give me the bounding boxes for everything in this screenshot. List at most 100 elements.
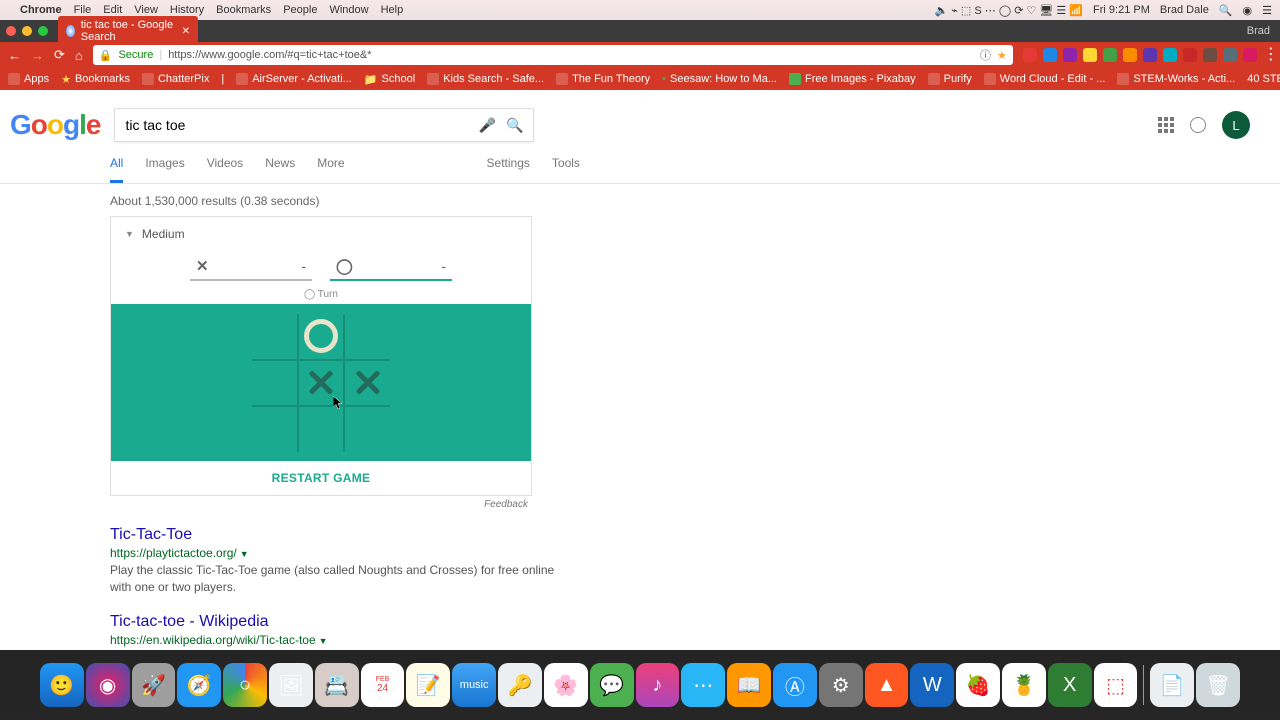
minimize-window-icon[interactable]	[22, 26, 32, 36]
downloads-app[interactable]: 📄	[1150, 663, 1194, 707]
bookmark-item[interactable]: STEM-Works - Acti...	[1117, 73, 1235, 85]
feedback-link[interactable]: Feedback	[110, 496, 532, 510]
tab-close-icon[interactable]: ✕	[182, 26, 190, 37]
bookmark-item[interactable]: 40 STEM Activities...	[1247, 73, 1280, 85]
menu-file[interactable]: File	[74, 4, 92, 16]
cell-2[interactable]	[344, 314, 390, 360]
result-url[interactable]: https://playtictactoe.org/▼	[110, 546, 560, 560]
chrome-app[interactable]: ○	[223, 663, 267, 707]
bookmark-item[interactable]: Word Cloud - Edit - ...	[984, 73, 1106, 85]
home-icon[interactable]: ⌂	[75, 48, 83, 63]
launchpad-app[interactable]: 🚀	[132, 663, 176, 707]
photos-app[interactable]: 🌸	[544, 663, 588, 707]
airdrop-app[interactable]: ⋯	[681, 663, 725, 707]
messages-app[interactable]: 💬	[590, 663, 634, 707]
account-avatar[interactable]: L	[1222, 111, 1250, 139]
bookmark-item[interactable]: •Seesaw: How to Ma...	[662, 73, 777, 85]
restart-button[interactable]: RESTART GAME	[111, 461, 531, 495]
google-logo[interactable]: Google	[10, 109, 100, 141]
google-apps-icon[interactable]	[1158, 117, 1174, 133]
bookmark-item[interactable]: Kids Search - Safe...	[427, 73, 544, 85]
search-input[interactable]	[125, 117, 472, 133]
office-app[interactable]: ⬚	[1094, 663, 1138, 707]
menu-history[interactable]: History	[170, 4, 204, 16]
search-icon[interactable]: 🔍	[506, 117, 523, 134]
notifications-icon[interactable]: ☰	[1262, 4, 1272, 17]
spotlight-icon[interactable]: 🔍	[1219, 4, 1233, 17]
notifications-icon[interactable]	[1190, 117, 1206, 133]
settings-app[interactable]: ⚙	[819, 663, 863, 707]
word-app[interactable]: W	[910, 663, 954, 707]
siri-icon[interactable]: ◉	[1243, 4, 1253, 17]
bookmark-item[interactable]: Free Images - Pixabay	[789, 73, 916, 85]
misc-app-1[interactable]: 🍓	[956, 663, 1000, 707]
bookmark-item[interactable]: Purify	[928, 73, 972, 85]
browser-tab[interactable]: tic tac toe - Google Search ✕	[58, 16, 198, 46]
cell-6[interactable]	[252, 406, 298, 452]
siri-app[interactable]: ◉	[86, 663, 130, 707]
bookmark-item[interactable]: AirServer - Activati...	[236, 73, 352, 85]
tab-tools[interactable]: Tools	[552, 156, 580, 183]
tab-settings[interactable]: Settings	[487, 156, 530, 183]
result-url[interactable]: https://en.wikipedia.org/wiki/Tic-tac-to…	[110, 633, 560, 647]
mic-icon[interactable]: 🎤	[479, 117, 496, 134]
tab-more[interactable]: More	[317, 156, 344, 183]
result-title[interactable]: Tic-tac-toe - Wikipedia	[110, 613, 560, 631]
menu-window[interactable]: Window	[329, 4, 368, 16]
keychain-app[interactable]: 🔑	[498, 663, 542, 707]
menu-icon[interactable]: ⋮	[1263, 48, 1277, 62]
extension-icons[interactable]: ⋮	[1023, 48, 1277, 62]
bookmark-item[interactable]: The Fun Theory	[556, 73, 650, 85]
cell-4[interactable]	[298, 360, 344, 406]
ibooks-app[interactable]: 📖	[727, 663, 771, 707]
trash-app[interactable]: 🗑	[1196, 663, 1240, 707]
profile-name[interactable]: Brad	[1247, 25, 1280, 37]
appstore-app[interactable]: Ⓐ	[773, 663, 817, 707]
maximize-window-icon[interactable]	[38, 26, 48, 36]
info-icon[interactable]: ⓘ	[980, 47, 991, 63]
cell-1[interactable]	[298, 314, 344, 360]
reload-icon[interactable]: ⟳	[54, 47, 65, 63]
bookmark-folder[interactable]: 📁School	[364, 73, 415, 86]
cell-7[interactable]	[298, 406, 344, 452]
result-title[interactable]: Tic-Tac-Toe	[110, 526, 560, 544]
cell-3[interactable]	[252, 360, 298, 406]
address-bar[interactable]: 🔒 Secure | https://www.google.com/#q=tic…	[93, 45, 1013, 65]
menu-help[interactable]: Help	[381, 4, 404, 16]
cell-5[interactable]	[344, 360, 390, 406]
tab-videos[interactable]: Videos	[207, 156, 243, 183]
forward-icon[interactable]: →	[31, 48, 44, 63]
menu-edit[interactable]: Edit	[103, 4, 122, 16]
close-window-icon[interactable]	[6, 26, 16, 36]
tab-news[interactable]: News	[265, 156, 295, 183]
star-icon[interactable]: ★	[997, 49, 1007, 62]
search-box[interactable]: 🎤 🔍	[114, 108, 534, 142]
cell-0[interactable]	[252, 314, 298, 360]
clock[interactable]: Fri 9:21 PM	[1093, 4, 1150, 16]
music-app[interactable]: music	[452, 663, 496, 707]
vlc-app[interactable]: ▲	[865, 663, 909, 707]
cell-8[interactable]	[344, 406, 390, 452]
chevron-down-icon[interactable]: ▼	[240, 549, 249, 559]
menu-view[interactable]: View	[134, 4, 158, 16]
calendar-app[interactable]: FEB24	[361, 663, 405, 707]
tab-all[interactable]: All	[110, 156, 123, 183]
chevron-down-icon[interactable]: ▼	[319, 636, 328, 646]
contacts-app[interactable]: 📇	[315, 663, 359, 707]
bookmark-item[interactable]: ★Bookmarks	[61, 73, 130, 86]
finder-app[interactable]: 🙂	[40, 663, 84, 707]
user-name[interactable]: Brad Dale	[1160, 4, 1209, 16]
menu-people[interactable]: People	[283, 4, 317, 16]
preview-app[interactable]: 🖼	[269, 663, 313, 707]
window-controls[interactable]	[6, 26, 48, 36]
safari-app[interactable]: 🧭	[177, 663, 221, 707]
app-name[interactable]: Chrome	[20, 4, 62, 16]
bookmark-item[interactable]: Apps	[8, 73, 49, 85]
notes-app[interactable]: 📝	[406, 663, 450, 707]
tab-images[interactable]: Images	[145, 156, 184, 183]
excel-app[interactable]: X	[1048, 663, 1092, 707]
back-icon[interactable]: ←	[8, 48, 21, 63]
menu-bookmarks[interactable]: Bookmarks	[216, 4, 271, 16]
misc-app-2[interactable]: 🍍	[1002, 663, 1046, 707]
itunes-app[interactable]: ♪	[636, 663, 680, 707]
